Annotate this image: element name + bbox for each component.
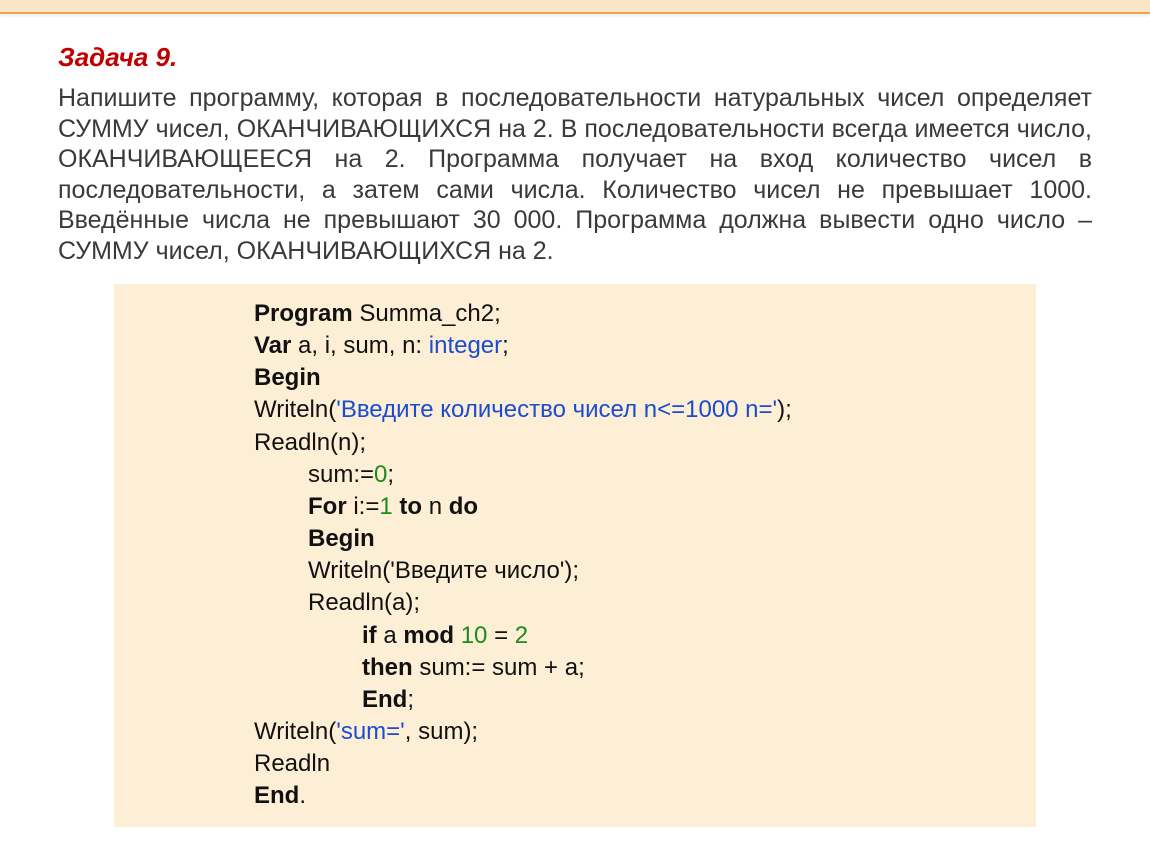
kw-mod: mod [403, 622, 454, 649]
if-mid-a: a [377, 622, 404, 649]
code-block: Program Summa_ch2; Var a, i, sum, n: int… [114, 284, 1036, 827]
var-declaration: a, i, sum, n: [291, 332, 428, 359]
readln-a: Readln(a); [308, 589, 420, 616]
semicolon: ; [502, 332, 509, 359]
kw-end1: End [362, 686, 407, 713]
kw-for: For [308, 493, 347, 520]
for-one: 1 [379, 493, 392, 520]
readln-n: Readln(n); [254, 429, 366, 456]
kw-begin: Begin [254, 364, 321, 391]
type-integer: integer [429, 332, 502, 359]
writeln3-string: 'sum=' [336, 718, 405, 745]
kw-begin2: Begin [308, 525, 375, 552]
readln-final: Readln [254, 750, 330, 777]
then-body: sum:= sum + a; [413, 654, 585, 681]
writeln2: Writeln('Введите число'); [308, 557, 579, 584]
writeln3-open: Writeln( [254, 718, 336, 745]
kw-program: Program [254, 300, 353, 327]
kw-do: do [449, 493, 478, 520]
task-description: Напишите программу, которая в последоват… [58, 83, 1092, 266]
if-two: 2 [515, 622, 528, 649]
kw-end2: End [254, 782, 299, 809]
slide-content: Задача 9. Напишите программу, которая в … [0, 14, 1150, 827]
if-mid-b: = [487, 622, 514, 649]
program-name: Summa_ch2; [353, 300, 501, 327]
kw-then: then [362, 654, 413, 681]
top-accent-bar [0, 0, 1150, 14]
sum-init-val: 0 [374, 461, 387, 488]
writeln1-open: Writeln( [254, 396, 336, 423]
writeln1-string: 'Введите количество чисел n<=1000 n=' [336, 396, 777, 423]
kw-to: to [393, 493, 422, 520]
sum-init-b: ; [387, 461, 394, 488]
for-mid-b: n [422, 493, 449, 520]
end1-semi: ; [407, 686, 414, 713]
sum-init-a: sum:= [308, 461, 374, 488]
kw-var: Var [254, 332, 291, 359]
mod-ten: 10 [454, 622, 487, 649]
writeln1-close: ); [777, 396, 792, 423]
kw-if: if [362, 622, 377, 649]
writeln3-close: , sum); [405, 718, 478, 745]
for-mid-a: i:= [347, 493, 380, 520]
task-title: Задача 9. [58, 42, 1092, 73]
end2-dot: . [299, 782, 306, 809]
